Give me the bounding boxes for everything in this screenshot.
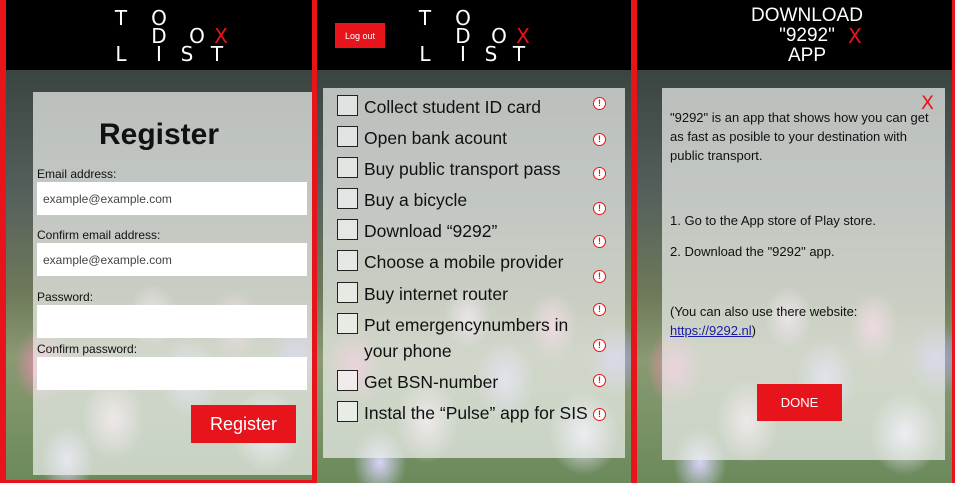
register-button[interactable]: Register: [191, 405, 296, 443]
todo-item-label: Get BSN-number: [364, 372, 499, 392]
todo-checkbox[interactable]: [337, 188, 358, 209]
logo-letter: L: [419, 42, 431, 66]
step-1: 1. Go to the App store of Play store.: [670, 213, 876, 228]
logo-letter: T: [114, 6, 128, 30]
download-app-screen: DOWNLOAD "9292" APP X X "9292" is an app…: [635, 0, 955, 483]
website-note: (You can also use there website: https:/…: [670, 302, 930, 340]
title-line: DOWNLOAD: [751, 5, 863, 26]
todo-item-label: Download “9292”: [364, 221, 498, 241]
confirm-password-field[interactable]: [37, 357, 307, 390]
todo-checkbox[interactable]: [337, 282, 358, 303]
todo-checkbox[interactable]: [337, 370, 358, 391]
logo-letter: S: [484, 42, 498, 66]
register-screen: T O D O X L I S T Register Email address…: [0, 0, 317, 483]
todo-checkbox[interactable]: [337, 219, 358, 240]
todo-checkbox[interactable]: [337, 250, 358, 271]
todo-item[interactable]: Buy internet router: [337, 282, 607, 308]
website-note-end: ): [751, 323, 757, 338]
password-label: Password:: [37, 290, 94, 304]
todo-item-label: Buy internet router: [364, 284, 508, 304]
confirm-email-label: Confirm email address:: [37, 228, 161, 242]
logo-letter: T: [418, 6, 432, 30]
title-line: APP: [787, 45, 827, 66]
todo-checkbox[interactable]: [337, 313, 358, 334]
website-link[interactable]: https://9292.nl: [670, 323, 752, 338]
todo-item[interactable]: Get BSN-number: [337, 370, 607, 396]
info-icon[interactable]: !: [593, 339, 606, 352]
info-icon[interactable]: !: [593, 167, 606, 180]
todo-list-screen: Log out T O D O X L I S T Collect studen…: [317, 0, 635, 483]
todo-item-label: Instal the “Pulse” app for SIS: [364, 403, 588, 423]
confirm-email-field[interactable]: [37, 243, 307, 276]
todo-checkbox[interactable]: [337, 157, 358, 178]
todo-item[interactable]: Collect student ID card: [337, 95, 607, 121]
todo-item-label: Put emergencynumbers in your phone: [364, 315, 569, 361]
website-note-text: (You can also use there website:: [670, 304, 858, 319]
top-bar: T O D O X L I S T: [6, 0, 312, 70]
logo-letter: S: [180, 42, 194, 66]
info-icon[interactable]: !: [593, 235, 606, 248]
logo-letter: L: [115, 42, 127, 66]
todo-item[interactable]: Download “9292”: [337, 219, 607, 245]
info-icon[interactable]: !: [593, 408, 606, 421]
confirm-password-label: Confirm password:: [37, 342, 138, 356]
todo-checkbox[interactable]: [337, 401, 358, 422]
todo-item[interactable]: Put emergencynumbers in your phone: [337, 313, 607, 365]
app-description: "9292" is an app that shows how you can …: [670, 110, 929, 163]
todo-item[interactable]: Buy public transport pass: [337, 157, 607, 183]
todo-item-label: Buy public transport pass: [364, 159, 561, 179]
email-label: Email address:: [37, 167, 117, 181]
close-x-icon[interactable]: X: [848, 24, 862, 48]
logo-letter: I: [156, 42, 162, 66]
logo-letter: I: [460, 42, 466, 66]
todo-item[interactable]: Instal the “Pulse” app for SIS: [337, 401, 607, 453]
todo-list-logo: T O D O X L I S T: [6, 0, 312, 70]
todo-item-label: Open bank acount: [364, 128, 508, 148]
todo-item-label: Collect student ID card: [364, 97, 542, 117]
email-field[interactable]: [37, 182, 307, 215]
info-icon[interactable]: !: [593, 97, 606, 110]
info-icon[interactable]: !: [593, 133, 606, 146]
password-field[interactable]: [37, 305, 307, 338]
page-title: Register: [98, 118, 220, 151]
todo-item[interactable]: Buy a bicycle: [337, 188, 607, 214]
top-bar: DOWNLOAD "9292" APP X: [637, 0, 952, 70]
done-button[interactable]: DONE: [757, 384, 842, 421]
todo-item[interactable]: Open bank acount: [337, 126, 607, 152]
todo-item-label: Choose a mobile provider: [364, 252, 564, 272]
logo-letter: T: [210, 42, 224, 66]
info-icon[interactable]: !: [593, 374, 606, 387]
todo-item[interactable]: Choose a mobile provider: [337, 250, 607, 276]
top-bar: Log out T O D O X L I S T: [317, 0, 631, 70]
todo-item-label: Buy a bicycle: [364, 190, 468, 210]
todo-checkbox[interactable]: [337, 126, 358, 147]
todo-list-logo: T O D O X L I S T: [317, 0, 631, 70]
info-icon[interactable]: !: [593, 202, 606, 215]
logo-letter: T: [512, 42, 526, 66]
todo-checkbox[interactable]: [337, 95, 358, 116]
step-2: 2. Download the "9292" app.: [670, 244, 835, 259]
